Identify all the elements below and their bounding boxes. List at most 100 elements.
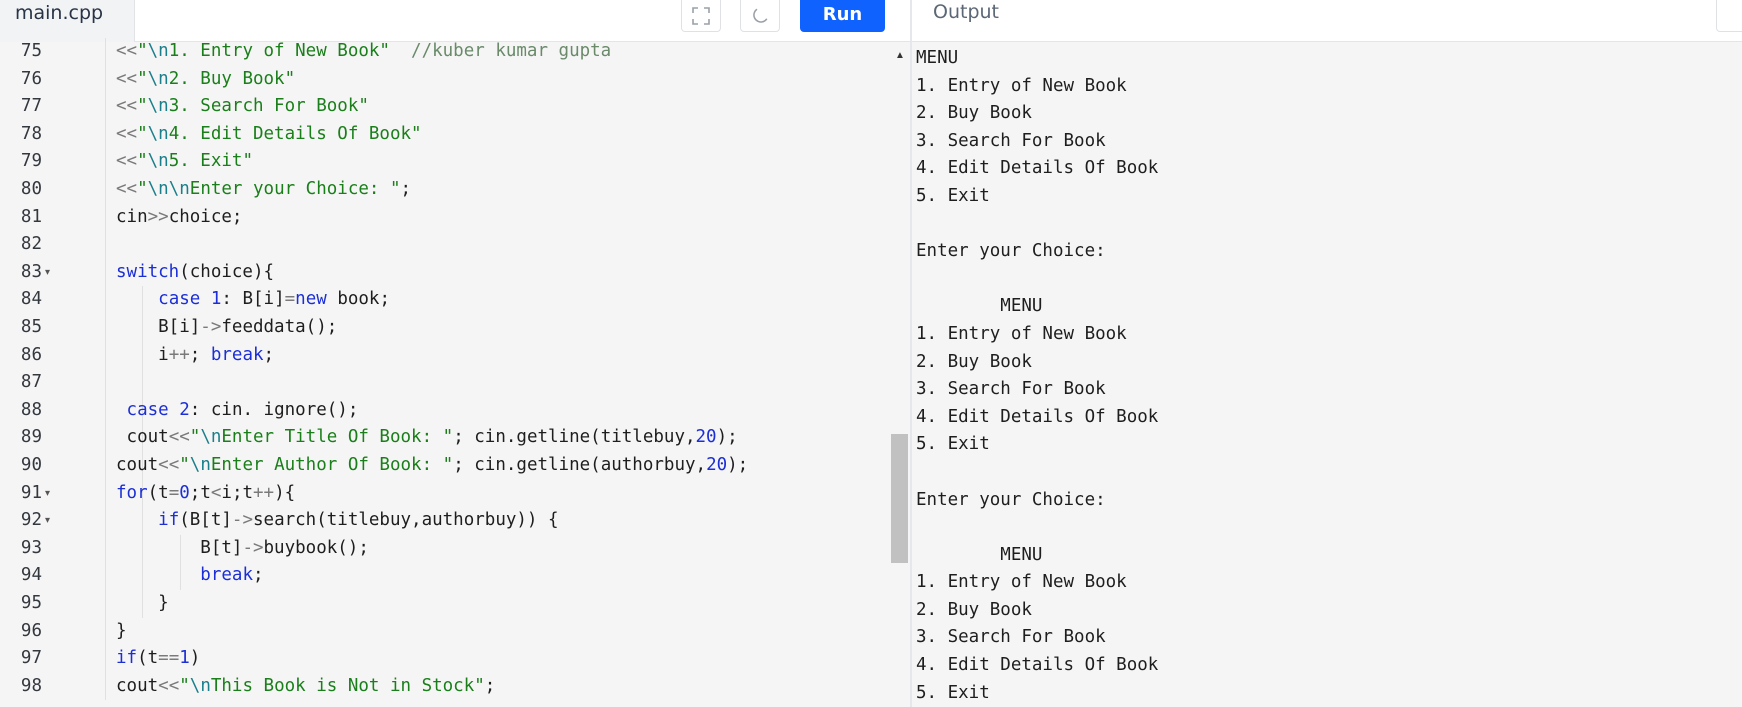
code-token: " xyxy=(179,675,190,696)
code-token: : cin. ignore(); xyxy=(189,399,359,420)
code-token: break xyxy=(200,565,253,586)
code-token: (choice){ xyxy=(179,261,275,282)
code-line: <<"\n3. Search For Book" xyxy=(116,93,369,121)
line-number: 88 xyxy=(20,399,42,420)
code-token: case xyxy=(158,289,201,310)
code-token: 20 xyxy=(706,455,728,475)
line-number: 85 xyxy=(20,317,42,337)
code-line: B[i]->feeddata(); xyxy=(116,314,337,342)
code-token: 2. Buy Book" xyxy=(168,68,296,89)
code-token: 0 xyxy=(179,482,190,503)
code-token: : B[i] xyxy=(221,289,285,310)
code-token: cout xyxy=(116,455,159,475)
code-token: < xyxy=(210,482,222,503)
code-token: if xyxy=(116,648,138,669)
editor-scrollbar-thumb[interactable] xyxy=(891,434,908,563)
editor-scrollbar[interactable] xyxy=(890,42,910,707)
code-line: if(t==1) xyxy=(116,645,200,673)
code-token: ; xyxy=(189,344,211,365)
code-line: <<"\n2. Buy Book" xyxy=(116,66,295,94)
code-token: -> xyxy=(242,537,264,558)
fullscreen-icon xyxy=(692,6,710,25)
line-number: 80 xyxy=(20,179,42,199)
fullscreen-button[interactable] xyxy=(681,0,721,32)
code-token: << xyxy=(116,179,138,199)
line-number: 98 xyxy=(20,675,42,696)
code-token: \n xyxy=(147,151,169,172)
code-token: 1 xyxy=(210,289,222,310)
code-token: \n xyxy=(189,675,211,696)
code-token: This Book is Not in Stock" xyxy=(210,675,485,696)
file-tab-main-cpp[interactable]: main.cpp xyxy=(0,0,135,42)
fold-caret-icon[interactable]: ▾ xyxy=(45,480,50,508)
code-token: ){ xyxy=(274,482,296,503)
line-number: 96 xyxy=(20,620,42,641)
code-token: ++ xyxy=(253,482,275,503)
code-line: <<"\n4. Edit Details Of Book" xyxy=(116,121,422,149)
code-token: 1. Entry of New Book" xyxy=(168,41,390,61)
code-token: if xyxy=(158,510,180,531)
line-number: 81 xyxy=(20,206,42,227)
code-token: ); xyxy=(727,455,749,475)
line-number: 79 xyxy=(20,151,42,172)
code-token: << xyxy=(116,68,138,89)
code-token: ; xyxy=(263,344,275,365)
clear-output-button[interactable] xyxy=(1716,0,1742,32)
code-token: ) xyxy=(189,648,201,669)
code-token: cin xyxy=(116,206,148,227)
top-toolbar: main.cpp Run Output xyxy=(0,0,1742,42)
line-number: 87 xyxy=(20,372,42,393)
scroll-up-arrow-icon[interactable]: ▲ xyxy=(895,50,905,61)
run-button[interactable]: Run xyxy=(800,0,885,32)
code-line: <<"\n5. Exit" xyxy=(116,148,253,176)
code-token: << xyxy=(116,96,138,117)
code-token: -> xyxy=(200,317,222,337)
output-title: Output xyxy=(933,1,999,23)
code-token: (B[t] xyxy=(179,510,232,531)
online-compiler-window: main.cpp Run Output 75 <<"\n1. Entry of N… xyxy=(0,0,1742,707)
line-number: 94 xyxy=(20,565,42,586)
code-token: == xyxy=(158,648,180,669)
code-token: i;t xyxy=(221,482,254,503)
code-token: ; xyxy=(484,675,496,696)
code-token: >> xyxy=(147,206,169,227)
code-line: cout<<"\nThis Book is Not in Stock"; xyxy=(116,673,495,701)
code-token: 20 xyxy=(695,427,717,448)
line-number: 89 xyxy=(20,427,42,448)
code-line: case 2: cin. ignore(); xyxy=(116,397,359,425)
theme-toggle-button[interactable] xyxy=(740,0,780,32)
code-token: } xyxy=(116,593,169,613)
code-line: switch(choice){ xyxy=(116,259,274,287)
code-token: 1 xyxy=(179,648,190,669)
line-number: 90 xyxy=(20,455,42,475)
line-number: 77 xyxy=(20,96,42,117)
code-token: ; xyxy=(252,565,264,586)
code-token: cout xyxy=(116,675,159,696)
code-token: << xyxy=(116,41,138,61)
fold-caret-icon[interactable]: ▾ xyxy=(45,507,50,535)
file-tab-label: main.cpp xyxy=(15,2,104,24)
code-token: \n xyxy=(147,123,169,144)
code-token: 2 xyxy=(179,399,190,420)
code-line: case 1: B[i]=new book; xyxy=(116,286,390,314)
output-console-text: MENU 1. Entry of New Book 2. Buy Book 3.… xyxy=(916,48,1159,703)
code-token: cout xyxy=(116,427,169,448)
code-token: -> xyxy=(231,510,253,531)
code-token: Enter Author Of Book: " xyxy=(210,455,454,475)
moon-icon xyxy=(753,8,768,23)
code-token: " xyxy=(137,151,148,172)
code-token: B[t] xyxy=(116,537,243,558)
fold-caret-icon[interactable]: ▾ xyxy=(45,259,50,287)
code-token: buybook(); xyxy=(263,537,369,558)
code-token: ;t xyxy=(189,482,211,503)
line-number: 92 xyxy=(20,510,42,531)
code-token: << xyxy=(158,675,180,696)
code-line: B[t]->buybook(); xyxy=(116,535,369,563)
code-token: 4. Edit Details Of Book" xyxy=(168,123,422,144)
code-token: for xyxy=(116,482,148,503)
